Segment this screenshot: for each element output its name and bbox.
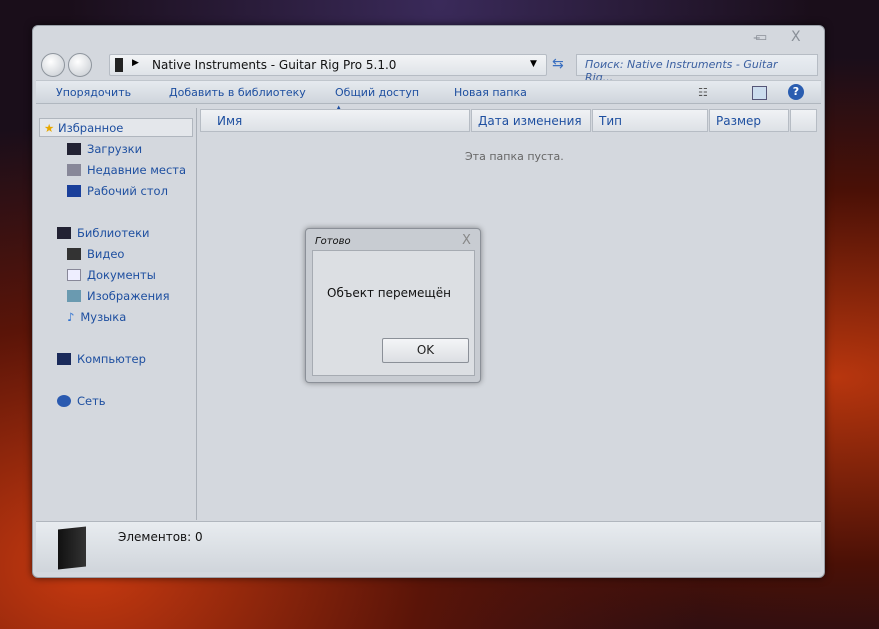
- sidebar-item-video[interactable]: Видео: [67, 247, 124, 261]
- help-icon[interactable]: ?: [788, 84, 804, 100]
- column-extra[interactable]: [790, 109, 817, 132]
- item-count: Элементов: 0: [118, 530, 203, 544]
- folder-icon: [115, 58, 123, 72]
- downloads-icon: [67, 143, 81, 155]
- ok-button[interactable]: OK: [382, 338, 469, 363]
- message-dialog: Готово X Объект перемещён OK: [305, 228, 481, 383]
- dialog-message: Объект перемещён: [327, 286, 451, 300]
- toolbar: Упорядочить Добавить в библиотеку Общий …: [36, 80, 821, 104]
- new-folder-button[interactable]: Новая папка: [454, 86, 527, 99]
- column-date[interactable]: Дата изменения: [471, 109, 591, 132]
- desktop-icon: [67, 185, 81, 197]
- address-path: Native Instruments - Guitar Rig Pro 5.1.…: [152, 58, 397, 72]
- back-button[interactable]: [41, 53, 65, 77]
- column-size[interactable]: Размер: [709, 109, 789, 132]
- empty-folder-text: Эта папка пуста.: [465, 150, 564, 163]
- maximize-button[interactable]: ▭: [755, 30, 767, 45]
- sidebar-item-recent[interactable]: Недавние места: [67, 163, 186, 177]
- libraries-icon: [57, 227, 71, 239]
- star-icon: ★: [44, 120, 55, 135]
- navigation-pane: ★ Избранное Загрузки Недавние места Рабоч…: [37, 108, 197, 520]
- computer-icon: [57, 353, 71, 365]
- search-input[interactable]: Поиск: Native Instruments - Guitar Rig..…: [576, 54, 818, 84]
- sidebar-item-downloads[interactable]: Загрузки: [67, 142, 142, 156]
- sidebar-item-desktop[interactable]: Рабочий стол: [67, 184, 168, 198]
- video-icon: [67, 248, 81, 260]
- network-icon: [57, 395, 71, 407]
- documents-icon: [67, 269, 81, 281]
- share-button[interactable]: Общий доступ: [335, 86, 419, 99]
- sidebar-item-music[interactable]: ♪ Музыка: [67, 310, 126, 324]
- add-to-library-button[interactable]: Добавить в библиотеку: [169, 86, 306, 99]
- sidebar-item-computer[interactable]: Компьютер: [57, 352, 146, 366]
- refresh-icon[interactable]: ⇆: [552, 56, 564, 72]
- breadcrumb-arrow-icon: ▶: [132, 58, 139, 68]
- dialog-title: Готово: [315, 236, 351, 247]
- column-name[interactable]: Имя: [200, 109, 470, 132]
- dropdown-icon[interactable]: ▼: [530, 59, 537, 69]
- column-type[interactable]: Тип: [592, 109, 708, 132]
- sidebar-item-network[interactable]: Сеть: [57, 394, 106, 408]
- images-icon: [67, 290, 81, 302]
- recent-places-icon: [67, 164, 81, 176]
- view-icon[interactable]: ☷: [698, 86, 708, 99]
- dialog-close-button[interactable]: X: [462, 233, 471, 248]
- address-bar[interactable]: ▶ Native Instruments - Guitar Rig Pro 5.…: [109, 54, 547, 76]
- preview-pane-icon[interactable]: [752, 86, 767, 100]
- details-pane: Элементов: 0: [36, 521, 821, 572]
- close-button[interactable]: X: [791, 29, 801, 45]
- organize-button[interactable]: Упорядочить: [56, 86, 131, 99]
- sidebar-item-documents[interactable]: Документы: [67, 268, 156, 282]
- sidebar-item-favorites[interactable]: ★ Избранное: [39, 118, 193, 137]
- folder-large-icon: [58, 526, 86, 570]
- music-icon: ♪: [67, 310, 75, 324]
- sidebar-item-images[interactable]: Изображения: [67, 289, 170, 303]
- sidebar-item-libraries[interactable]: Библиотеки: [57, 226, 150, 240]
- forward-button[interactable]: [68, 53, 92, 77]
